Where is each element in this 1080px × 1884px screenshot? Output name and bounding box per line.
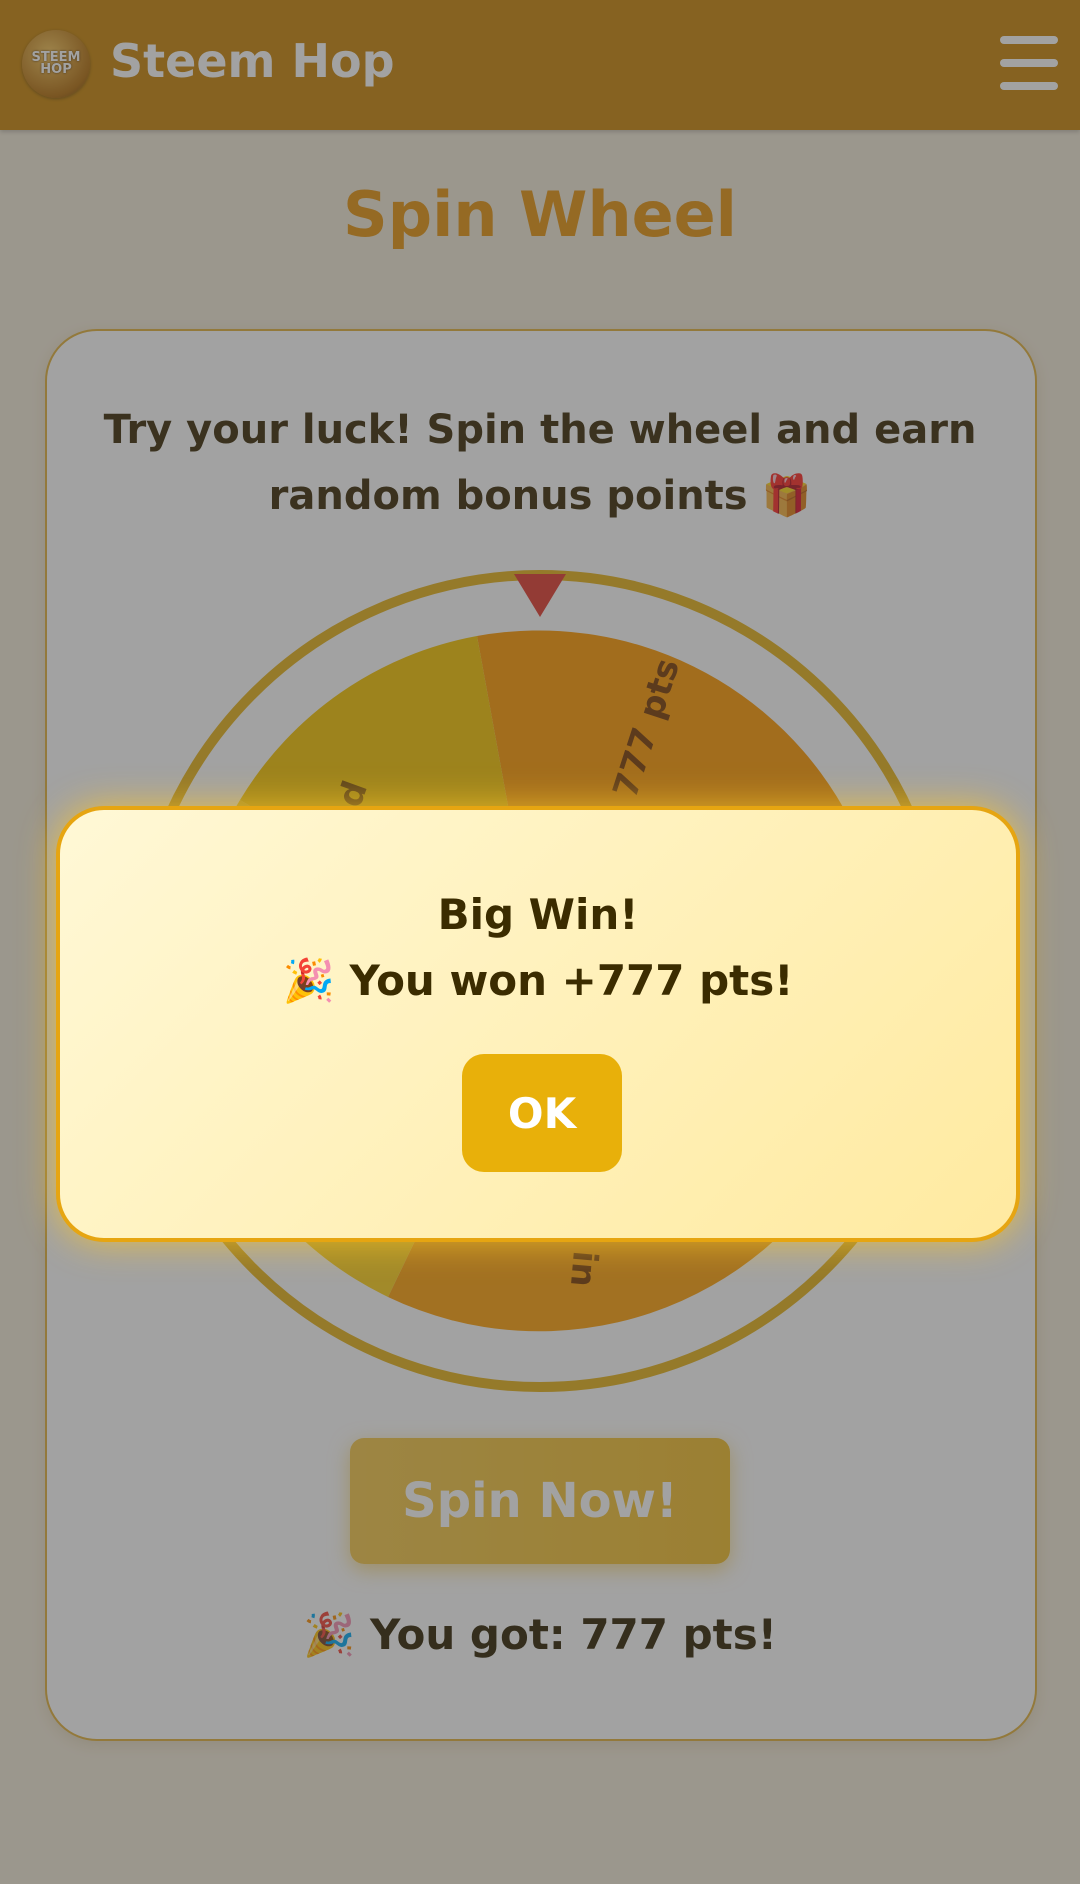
win-modal: Big Win! 🎉 You won +777 pts! OK — [56, 806, 1020, 1242]
ok-button[interactable]: OK — [462, 1054, 622, 1172]
modal-message: 🎉 You won +777 pts! — [282, 956, 794, 1005]
modal-title: Big Win! — [437, 890, 639, 939]
